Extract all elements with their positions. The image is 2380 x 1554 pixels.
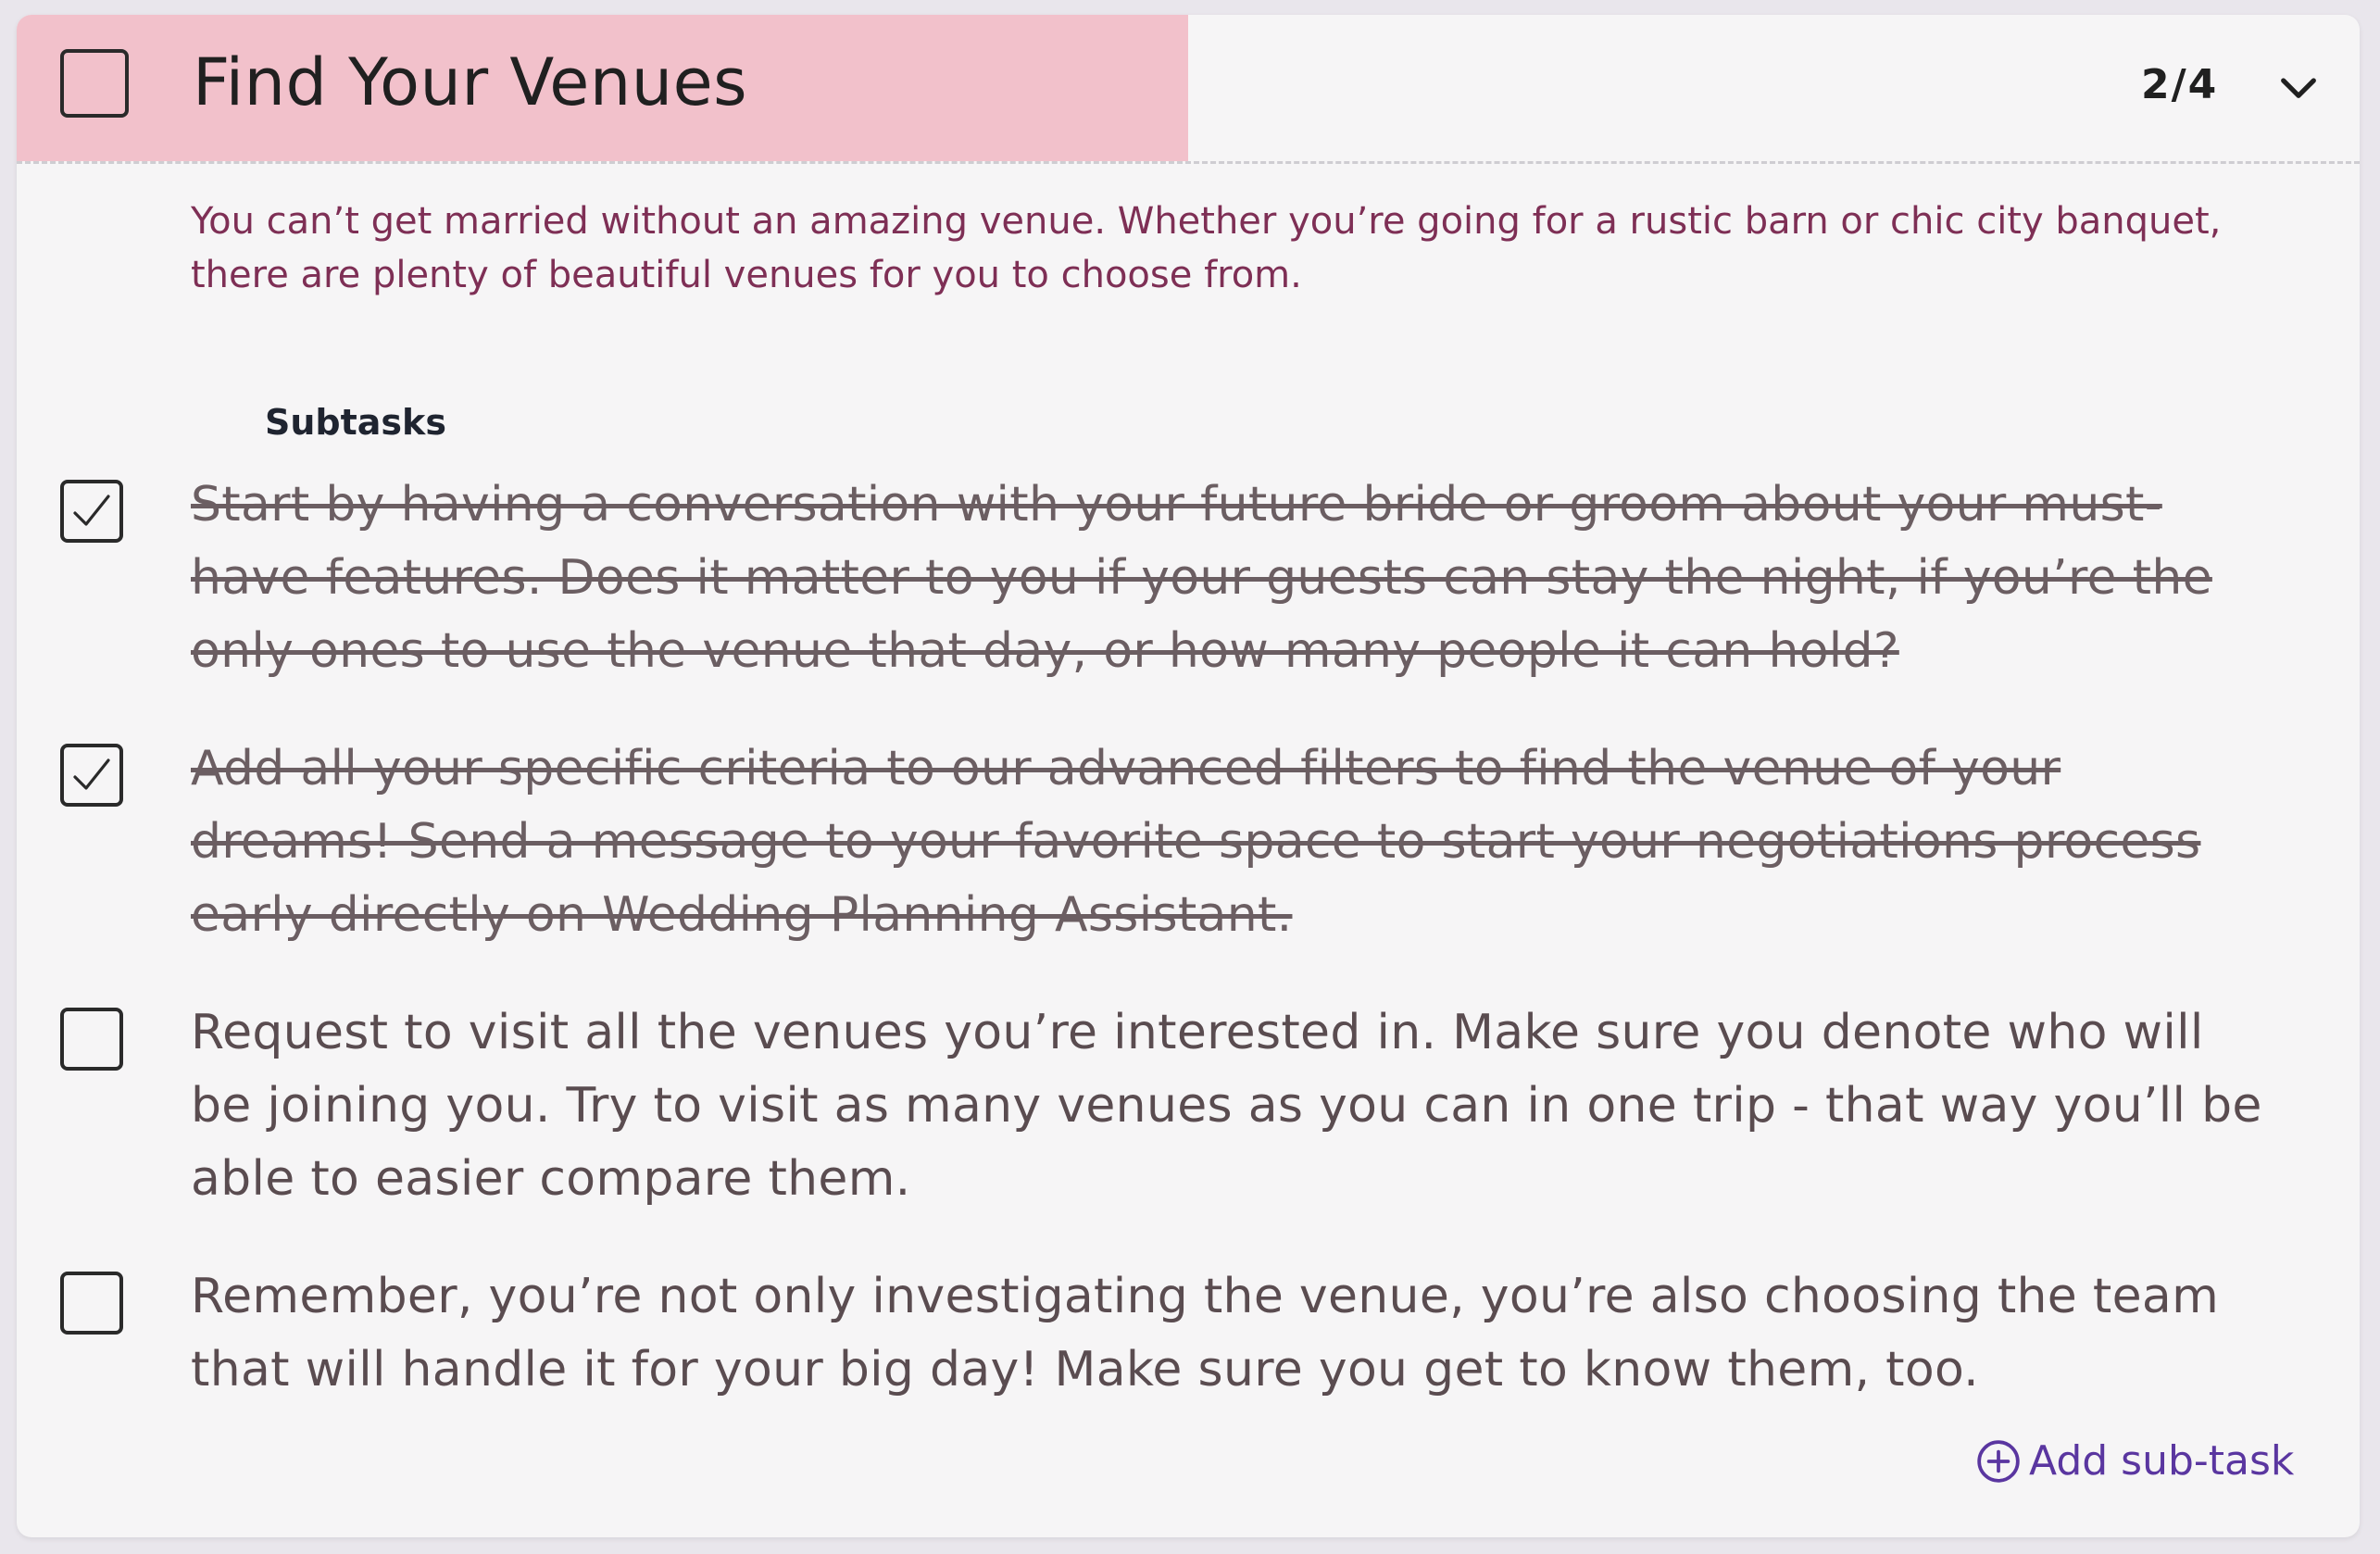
subtasks-heading: Subtasks	[265, 402, 446, 443]
task-checkbox[interactable]	[60, 49, 129, 118]
subtask-text: Add all your specific criteria to our ad…	[191, 741, 2201, 943]
task-card: Find Your Venues 2/4 You can’t get marri…	[17, 15, 2360, 1537]
subtask-checkbox[interactable]	[60, 1008, 123, 1071]
chevron-down-icon[interactable]	[2273, 61, 2324, 113]
subtask-text: Request to visit all the venues you’re i…	[191, 1005, 2262, 1207]
subtask-text: Start by having a conversation with your…	[191, 477, 2212, 679]
checkmark-icon	[73, 758, 110, 790]
checkmark-icon	[73, 495, 110, 526]
add-subtask-button[interactable]: Add sub-task	[1975, 1437, 2294, 1485]
task-title: Find Your Venues	[193, 44, 748, 120]
subtask-checkbox[interactable]	[60, 1272, 123, 1335]
add-subtask-label: Add sub-task	[2029, 1437, 2295, 1485]
subtask-checkbox[interactable]	[60, 480, 123, 543]
subtask-counter: 2/4	[2141, 61, 2219, 108]
plus-circle-icon	[1977, 1439, 2020, 1483]
task-description: You can’t get married without an amazing…	[191, 200, 2222, 296]
subtask-text: Remember, you’re not only investigating …	[191, 1269, 2220, 1397]
subtask-checkbox[interactable]	[60, 744, 123, 807]
task-header[interactable]: Find Your Venues 2/4	[17, 15, 2360, 164]
